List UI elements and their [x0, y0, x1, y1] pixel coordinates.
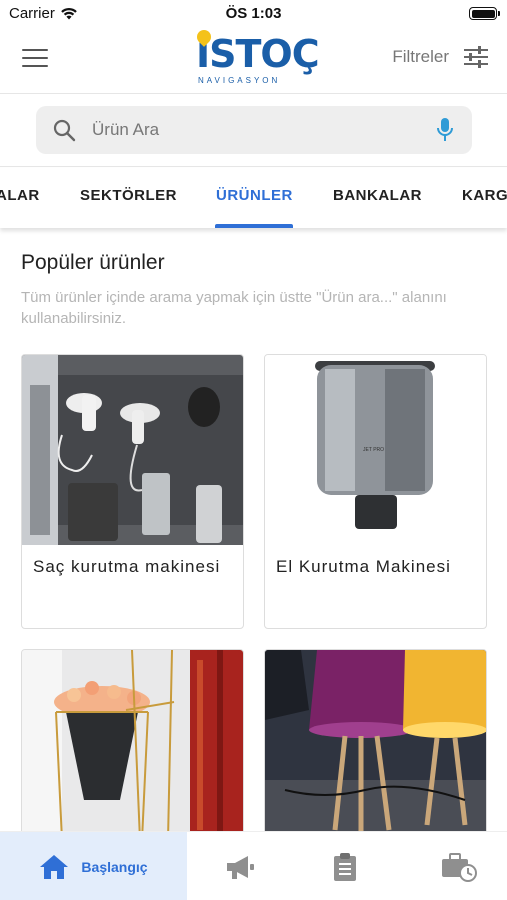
tab-karg[interactable]: KARG [462, 187, 507, 204]
clipboard-icon [334, 852, 356, 881]
megaphone-icon [227, 855, 254, 879]
tab-active-indicator [215, 224, 293, 228]
product-card-3[interactable] [21, 649, 244, 831]
home-icon [40, 854, 69, 879]
app-logo: İSTOÇ NAVIGASYON [192, 27, 320, 90]
product-card-hair-dryer[interactable]: Saç kurutma makinesi [21, 354, 244, 629]
svg-text:JET PRO: JET PRO [363, 447, 384, 453]
category-tabs: ALAR SEKTÖRLER ÜRÜNLER BANKALAR KARG [0, 168, 507, 228]
nav-announcements[interactable] [195, 832, 285, 900]
status-time: ÖS 1:03 [225, 5, 282, 22]
filter-label: Filtreler [392, 47, 449, 66]
tab-sektorler[interactable]: SEKTÖRLER [80, 187, 177, 204]
search-bar-container [0, 95, 507, 167]
product-card-4[interactable] [264, 649, 487, 831]
tab-urunler[interactable]: ÜRÜNLER [216, 187, 293, 204]
microphone-icon[interactable] [436, 117, 454, 143]
product-image-lamps [265, 650, 486, 831]
filter-button[interactable]: Filtreler [392, 46, 489, 68]
nav-home[interactable]: Başlangıç [0, 832, 187, 900]
hamburger-menu-icon[interactable] [22, 49, 48, 71]
status-bar: Carrier ÖS 1:03 [0, 0, 507, 28]
section-description: Tüm ürünler içinde arama yapmak için üst… [21, 289, 447, 327]
product-image-hair-dryer [22, 355, 243, 545]
product-title: El Kurutma Makinesi [276, 557, 451, 576]
product-card-hand-dryer[interactable]: JET PRO El Kurutma Makinesi [264, 354, 487, 629]
sliders-icon [464, 46, 488, 68]
battery-icon [469, 7, 500, 20]
nav-work-hours[interactable] [410, 832, 507, 900]
bottom-nav: Başlangıç [0, 831, 507, 900]
search-icon [53, 119, 76, 142]
tab-bankalar[interactable]: BANKALAR [333, 187, 422, 204]
app-header: İSTOÇ NAVIGASYON Filtreler [0, 27, 507, 94]
section-title: Popüler ürünler [21, 251, 165, 274]
products-content: Popüler ürünler Tüm ürünler içinde arama… [0, 228, 507, 831]
product-image-hand-dryer: JET PRO [265, 355, 486, 545]
briefcase-clock-icon [441, 852, 477, 882]
search-input[interactable] [92, 106, 412, 154]
logo-word: İSTOÇ [196, 32, 320, 76]
nav-list[interactable] [300, 832, 390, 900]
nav-home-label: Başlangıç [81, 858, 148, 875]
product-title: Saç kurutma makinesi [33, 557, 221, 576]
logo-subtext: NAVIGASYON [198, 76, 281, 85]
product-image-flower-stand [22, 650, 243, 831]
search-box[interactable] [36, 106, 472, 154]
tab-alar[interactable]: ALAR [0, 187, 40, 204]
